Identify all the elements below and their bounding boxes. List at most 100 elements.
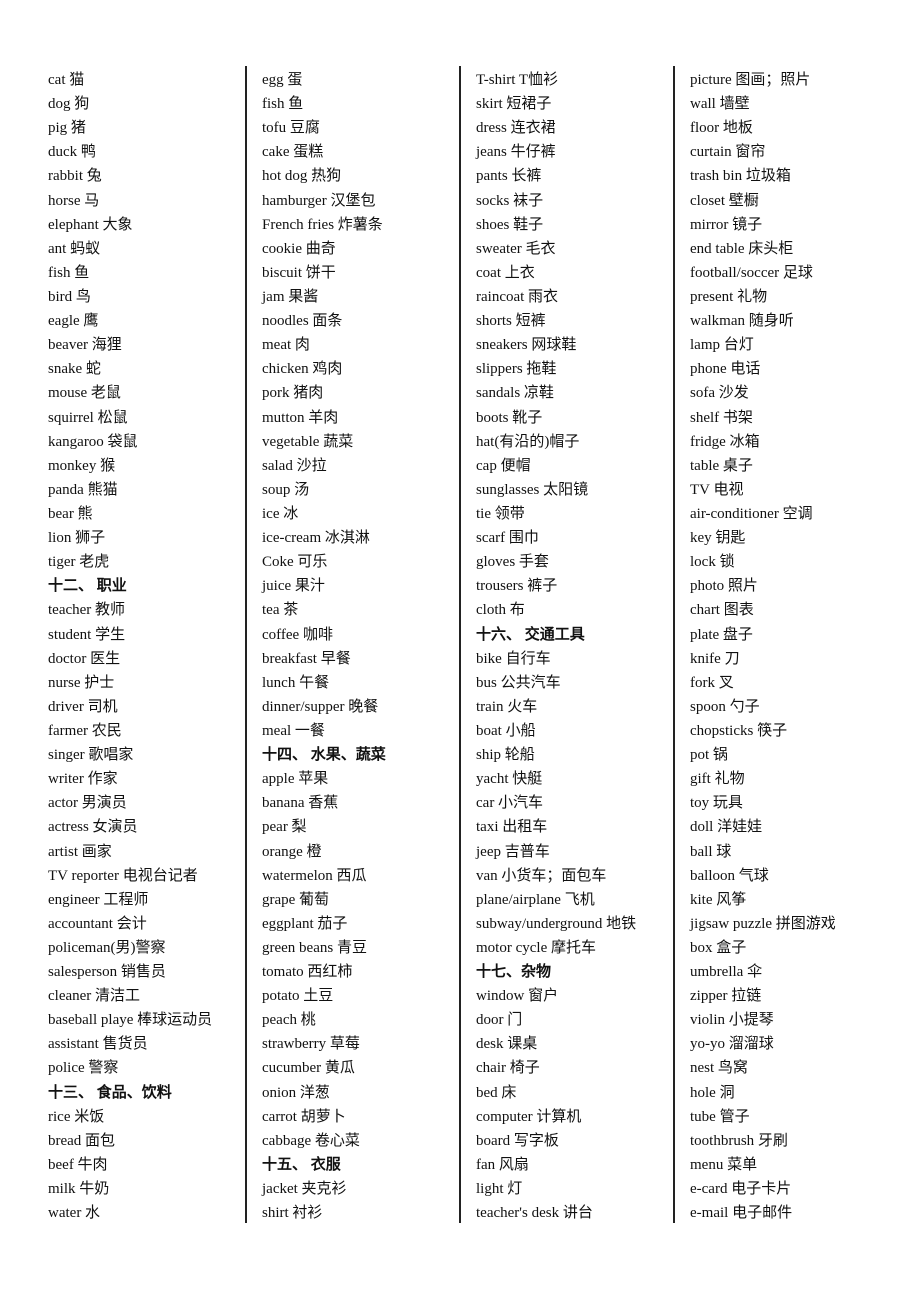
vocabulary-entry: orange 橙 (262, 843, 322, 860)
vocabulary-entry: present 礼物 (690, 288, 768, 305)
vocabulary-entry: farmer 农民 (48, 722, 122, 739)
vocabulary-entry: ice 冰 (262, 505, 299, 522)
vocabulary-entry: walkman 随身听 (690, 313, 794, 330)
vocabulary-entry: noodles 面条 (262, 313, 343, 330)
vocabulary-entry: mutton 羊肉 (262, 409, 339, 426)
vocabulary-entry: chair 椅子 (476, 1060, 540, 1077)
section-heading: 十三、 食品、饮料 (48, 1084, 172, 1101)
vocabulary-entry: bed 床 (476, 1084, 517, 1101)
vocabulary-entry: train 火车 (476, 698, 538, 715)
vocabulary-entry: eggplant 茄子 (262, 915, 348, 932)
vocabulary-entry: skirt 短裙子 (476, 96, 552, 113)
vocabulary-entry: fan 风扇 (476, 1156, 529, 1173)
vocabulary-entry: tea 茶 (262, 602, 299, 619)
vocabulary-entry: police 警察 (48, 1060, 119, 1077)
vocabulary-entry: water 水 (48, 1205, 101, 1222)
vocabulary-entry: sofa 沙发 (690, 385, 749, 402)
section-heading: 十七、杂物 (476, 964, 552, 981)
vocabulary-entry: sneakers 网球鞋 (476, 337, 577, 354)
vocabulary-entry: teacher's desk 讲台 (476, 1205, 593, 1222)
vocabulary-entry: gift 礼物 (690, 771, 745, 788)
vocabulary-entry: board 写字板 (476, 1132, 559, 1149)
vocabulary-entry: photo 照片 (690, 578, 758, 595)
vocabulary-entry: bear 熊 (48, 505, 93, 522)
vocabulary-entry: hole 洞 (690, 1084, 735, 1101)
entry-list: picture 图画；照片 wall 墙壁 floor 地板 curtain 窗帘 tr… (690, 68, 836, 1225)
vocabulary-entry: beef 牛肉 (48, 1156, 108, 1173)
vocabulary-entry: bus 公共汽车 (476, 674, 561, 691)
vocabulary-entry: shorts 短裤 (476, 313, 546, 330)
vocabulary-entry: soup 汤 (262, 481, 310, 498)
vocabulary-entry: ice-cream 冰淇淋 (262, 530, 370, 547)
vocabulary-entry: pork 猪肉 (262, 385, 324, 402)
vocabulary-entry: ship 轮船 (476, 747, 535, 764)
vocabulary-entry: fish 鱼 (48, 264, 90, 281)
vocabulary-entry: lamp 台灯 (690, 337, 754, 354)
vocabulary-entry: TV 电视 (690, 481, 744, 498)
vocabulary-entry: artist 画家 (48, 843, 112, 860)
vocabulary-entry: e-card 电子卡片 (690, 1181, 792, 1198)
vocabulary-entry: car 小汽车 (476, 795, 544, 812)
vocabulary-entry: scarf 围巾 (476, 530, 539, 547)
vocabulary-entry: pot 锅 (690, 747, 728, 764)
vocabulary-entry: ball 球 (690, 843, 732, 860)
vocabulary-entry: peach 桃 (262, 1012, 316, 1029)
vocabulary-entry: teacher 教师 (48, 602, 126, 619)
vocabulary-entry: phone 电话 (690, 361, 761, 378)
vocabulary-entry: sweater 毛衣 (476, 240, 556, 257)
vocabulary-entry: raincoat 雨衣 (476, 288, 559, 305)
vocabulary-entry: writer 作家 (48, 771, 118, 788)
vocabulary-entry: carrot 胡萝卜 (262, 1108, 346, 1125)
vocabulary-entry: driver 司机 (48, 698, 118, 715)
vocabulary-entry: toothbrush 牙刷 (690, 1132, 788, 1149)
vocabulary-entry: slippers 拖鞋 (476, 361, 557, 378)
vocabulary-column-2: egg 蛋 fish 鱼 tofu 豆腐 cake 蛋糕 hot dog 热狗 hambu… (262, 66, 459, 1223)
vocabulary-entry: jigsaw puzzle 拼图游戏 (690, 915, 836, 932)
vocabulary-entry: boat 小船 (476, 722, 536, 739)
vocabulary-entry: elephant 大象 (48, 216, 133, 233)
vocabulary-entry: window 窗户 (476, 988, 559, 1005)
vocabulary-entry: shelf 书架 (690, 409, 753, 426)
section-heading: 十二、 职业 (48, 578, 127, 595)
vocabulary-entry: snake 蛇 (48, 361, 101, 378)
vocabulary-entry: sandals 凉鞋 (476, 385, 554, 402)
vocabulary-entry: light 灯 (476, 1181, 523, 1198)
vocabulary-entry: bike 自行车 (476, 650, 551, 667)
vocabulary-entry: key 钥匙 (690, 530, 746, 547)
vocabulary-entry: menu 菜单 (690, 1156, 758, 1173)
section-heading: 十六、 交通工具 (476, 626, 585, 643)
vocabulary-entry: fish 鱼 (262, 96, 304, 113)
vocabulary-entry: lion 狮子 (48, 530, 106, 547)
vocabulary-entry: kite 风筝 (690, 891, 747, 908)
vocabulary-entry: egg 蛋 (262, 72, 303, 88)
vocabulary-entry: subway/underground 地铁 (476, 915, 637, 932)
vocabulary-entry: pear 梨 (262, 819, 307, 836)
vocabulary-entry: biscuit 饼干 (262, 264, 336, 281)
vocabulary-entry: pig 猪 (48, 120, 86, 137)
vocabulary-entry: desk 课桌 (476, 1036, 538, 1053)
vocabulary-entry: jeans 牛仔裤 (476, 144, 556, 161)
vocabulary-entry: singer 歌唱家 (48, 747, 134, 764)
vocabulary-entry: potato 土豆 (262, 988, 334, 1005)
vocabulary-entry: fridge 冰箱 (690, 433, 760, 450)
vocabulary-entry: doll 洋娃娃 (690, 819, 763, 836)
vocabulary-entry: kangaroo 袋鼠 (48, 433, 138, 450)
vocabulary-entry: dress 连衣裙 (476, 120, 556, 137)
vocabulary-entry: meat 肉 (262, 337, 310, 354)
vocabulary-entry: salesperson 销售员 (48, 964, 166, 981)
vocabulary-entry: cloth 布 (476, 602, 525, 619)
vocabulary-entry: chicken 鸡肉 (262, 361, 343, 378)
vocabulary-entry: panda 熊猫 (48, 481, 118, 498)
vocabulary-entry: TV reporter 电视台记者 (48, 867, 198, 884)
vocabulary-entry: floor 地板 (690, 120, 753, 137)
vocabulary-entry: milk 牛奶 (48, 1181, 110, 1198)
vocabulary-entry: picture 图画；照片 (690, 72, 811, 88)
vocabulary-entry: tube 管子 (690, 1108, 750, 1125)
vocabulary-column-3: T-shirt T恤衫 skirt 短裙子 dress 连衣裙 jeans 牛仔裤 pa… (476, 66, 673, 1223)
vocabulary-entry: box 盒子 (690, 939, 747, 956)
vocabulary-entry: knife 刀 (690, 650, 740, 667)
vocabulary-entry: eagle 鹰 (48, 313, 99, 330)
vocabulary-entry: mirror 镜子 (690, 216, 763, 233)
vocabulary-entry: spoon 勺子 (690, 698, 760, 715)
vocabulary-entry: bread 面包 (48, 1132, 116, 1149)
